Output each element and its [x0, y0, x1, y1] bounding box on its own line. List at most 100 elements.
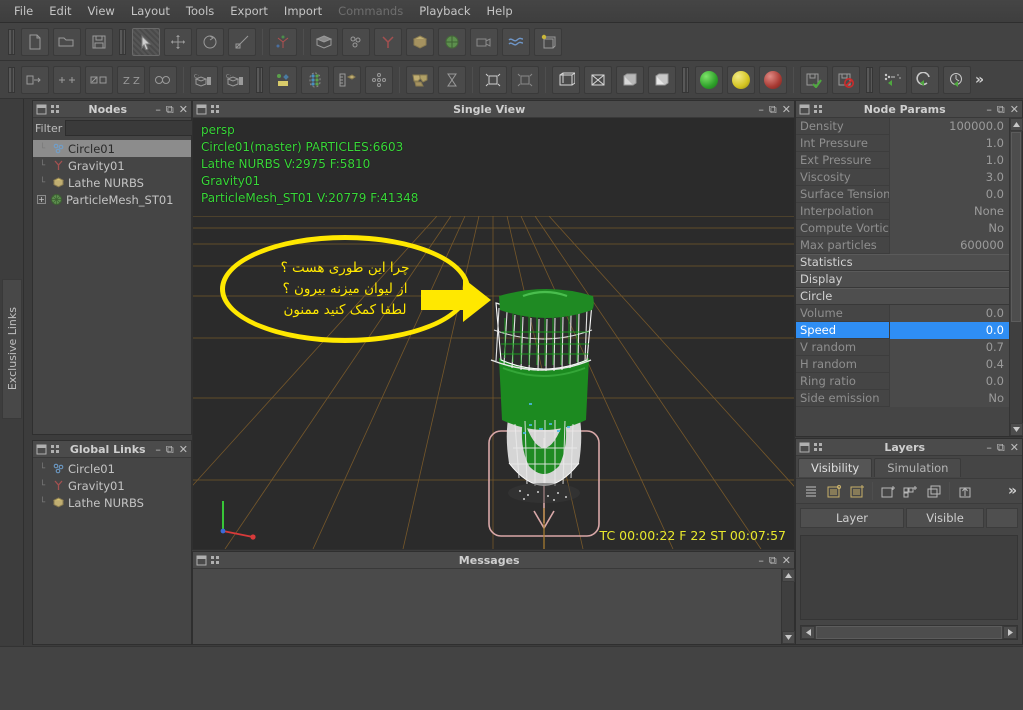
param-row-surface-tension[interactable]: Surface Tension 0.0 — [796, 185, 1009, 203]
messages-scrollbar[interactable] — [781, 569, 795, 644]
node-item-lathe-nurbs[interactable]: └ Lathe NURBS — [33, 174, 191, 191]
menu-view[interactable]: View — [80, 1, 123, 21]
param-row-interpolation[interactable]: Interpolation None — [796, 202, 1009, 220]
measure-button[interactable] — [333, 65, 361, 94]
panel-menu-icon[interactable] — [196, 104, 207, 115]
maximize-icon[interactable]: ⧉ — [997, 104, 1005, 115]
close-icon[interactable]: ✕ — [179, 104, 188, 115]
toolbar2-grip-3[interactable] — [682, 66, 689, 93]
column-header-layer[interactable]: Layer — [800, 508, 904, 528]
toolbar-grip[interactable] — [8, 28, 15, 55]
layer-add-highlight-icon[interactable] — [847, 481, 867, 501]
scale-tool-button[interactable] — [228, 27, 256, 56]
scrollbar-thumb[interactable] — [1011, 132, 1021, 322]
menu-edit[interactable]: Edit — [41, 1, 79, 21]
open-file-button[interactable] — [53, 27, 81, 56]
param-value[interactable]: 1.0 — [889, 134, 1009, 152]
menu-tools[interactable]: Tools — [178, 1, 222, 21]
global-links-titlebar[interactable]: Global Links – ⧉ ✕ — [33, 441, 191, 458]
panel-grid-icon[interactable] — [210, 555, 221, 566]
param-value[interactable]: 0.0 — [889, 372, 1009, 390]
param-value[interactable]: 0.7 — [889, 338, 1009, 356]
particles-object-button[interactable] — [342, 27, 370, 56]
close-icon[interactable]: ✕ — [179, 444, 188, 455]
maximize-icon[interactable]: ⧉ — [997, 442, 1005, 453]
maximize-icon[interactable]: ⧉ — [769, 555, 777, 566]
panel-menu-icon[interactable] — [36, 104, 47, 115]
camera-object-button[interactable] — [470, 27, 498, 56]
messages-titlebar[interactable]: Messages – ⧉ ✕ — [193, 552, 794, 569]
param-value[interactable]: No — [889, 219, 1009, 237]
layers-titlebar[interactable]: Layers – ⧉ ✕ — [796, 439, 1022, 456]
panel-menu-icon[interactable] — [196, 555, 207, 566]
close-icon[interactable]: ✕ — [1010, 104, 1019, 115]
menu-layout[interactable]: Layout — [123, 1, 178, 21]
param-section-statistics[interactable]: Statistics — [796, 254, 1009, 271]
scatter-button[interactable] — [365, 65, 393, 94]
collapse-view-button[interactable] — [511, 65, 539, 94]
param-value[interactable]: 600000 — [889, 236, 1009, 254]
toolbar-overflow-button[interactable]: » — [975, 72, 984, 88]
minimize-icon[interactable]: – — [758, 104, 764, 115]
panel-menu-icon[interactable] — [36, 444, 47, 455]
messages-body[interactable] — [193, 569, 795, 644]
close-icon[interactable]: ✕ — [782, 104, 791, 115]
param-section-circle[interactable]: Circle — [796, 288, 1009, 305]
move-layer-up-icon[interactable] — [955, 481, 975, 501]
param-value[interactable]: 100000.0 — [889, 118, 1009, 135]
layer-list-icon[interactable] — [801, 481, 821, 501]
panel-menu-icon[interactable] — [799, 442, 810, 453]
param-value[interactable]: 1.0 — [889, 151, 1009, 169]
import-box-button[interactable]: C: — [190, 65, 218, 94]
minimize-icon[interactable]: – — [155, 444, 161, 455]
rotate-tool-button[interactable] — [196, 27, 224, 56]
save-enabled-button[interactable] — [800, 65, 828, 94]
param-row-ring-ratio[interactable]: Ring ratio 0.0 — [796, 372, 1009, 390]
menu-help[interactable]: Help — [479, 1, 521, 21]
scroll-down-icon[interactable] — [1010, 423, 1023, 436]
exclusive-links-tab[interactable]: Exclusive Links — [2, 279, 22, 419]
tab-simulation[interactable]: Simulation — [874, 458, 962, 477]
param-value[interactable]: 0.0 — [889, 185, 1009, 203]
list-view-button[interactable] — [21, 65, 49, 94]
bake-particles-button[interactable] — [879, 65, 907, 94]
hscrollbar-thumb[interactable] — [816, 626, 1002, 639]
close-icon[interactable]: ✕ — [1010, 442, 1019, 453]
loop-button[interactable] — [149, 65, 177, 94]
panel-grid-icon[interactable] — [210, 104, 221, 115]
fracture-button[interactable] — [406, 65, 434, 94]
param-value[interactable]: None — [889, 202, 1009, 220]
hourglass-button[interactable] — [438, 65, 466, 94]
column-header-extra[interactable] — [986, 508, 1018, 528]
reset-sim-button[interactable] — [911, 65, 939, 94]
param-row-max-particles[interactable]: Max particles 600000 — [796, 236, 1009, 254]
param-row-volume[interactable]: Volume 0.0 — [796, 304, 1009, 322]
axis-gizmo-button[interactable] — [269, 27, 297, 56]
waves-object-button[interactable] — [502, 27, 530, 56]
scroll-up-icon[interactable] — [782, 569, 795, 582]
param-row-h-random[interactable]: H random 0.4 — [796, 355, 1009, 373]
transfer-shapes-button[interactable] — [85, 65, 113, 94]
minimize-icon[interactable]: – — [155, 104, 161, 115]
scroll-up-icon[interactable] — [1010, 118, 1023, 131]
node-item-circle01[interactable]: └ Circle01 — [33, 140, 191, 157]
maximize-icon[interactable]: ⧉ — [166, 444, 174, 455]
panel-menu-icon[interactable] — [799, 104, 810, 115]
menu-playback[interactable]: Playback — [411, 1, 478, 21]
box-object-button[interactable] — [310, 27, 338, 56]
new-layer-group-icon[interactable] — [901, 481, 921, 501]
maximize-icon[interactable]: ⧉ — [166, 104, 174, 115]
nodes-panel-titlebar[interactable]: Nodes – ⧉ ✕ — [33, 101, 191, 118]
zigzag-button[interactable]: Z Z — [117, 65, 145, 94]
explode-view-button[interactable] — [479, 65, 507, 94]
global-link-gravity01[interactable]: └ Gravity01 — [33, 477, 191, 494]
param-value[interactable]: 0.0 — [889, 321, 1009, 339]
sphere-mesh-button[interactable] — [438, 27, 466, 56]
param-row-density[interactable]: Density 100000.0 — [796, 118, 1009, 135]
global-link-circle01[interactable]: └ Circle01 — [33, 460, 191, 477]
param-row-compute-vorticity[interactable]: Compute Vorticity No — [796, 219, 1009, 237]
add-points-button[interactable] — [53, 65, 81, 94]
minimize-icon[interactable]: – — [758, 555, 764, 566]
gravity-object-button[interactable] — [374, 27, 402, 56]
param-row-side-emission[interactable]: Side emission No — [796, 389, 1009, 407]
